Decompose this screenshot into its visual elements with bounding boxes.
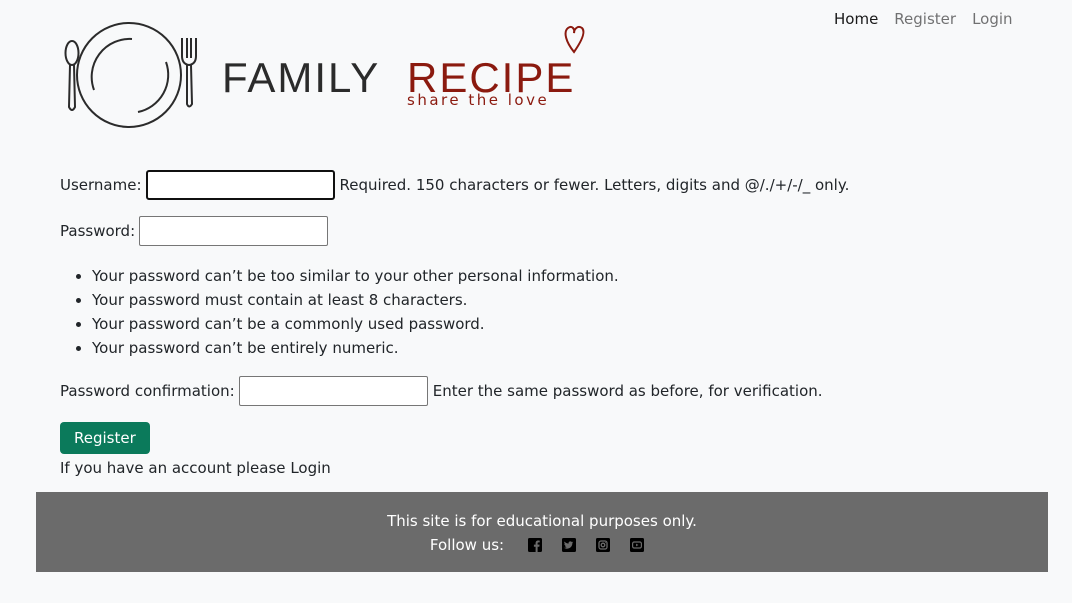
- twitter-icon[interactable]: [559, 535, 579, 555]
- brand-name-family: FAMILY: [222, 54, 380, 101]
- site-footer: This site is for educational purposes on…: [36, 492, 1048, 572]
- plate-icon: [76, 22, 182, 128]
- main-nav: Home Register Login: [826, 9, 1021, 29]
- username-help-text: Required. 150 characters or fewer. Lette…: [339, 176, 850, 194]
- password-confirmation-label: Password confirmation:: [60, 382, 235, 400]
- username-input[interactable]: [145, 170, 335, 200]
- fork-icon: [181, 38, 197, 108]
- password-rule: Your password can’t be a commonly used p…: [92, 312, 1040, 336]
- facebook-icon[interactable]: [525, 535, 545, 555]
- instagram-icon[interactable]: [593, 535, 613, 555]
- follow-label: Follow us:: [429, 536, 505, 554]
- password-confirmation-help-text: Enter the same password as before, for v…: [432, 382, 823, 400]
- username-row: Username: Required. 150 characters or fe…: [60, 170, 1040, 200]
- brand-tagline: share the love: [407, 91, 549, 109]
- account-prompt-text: If you have an account please: [60, 459, 286, 477]
- password-rule: Your password can’t be entirely numeric.: [92, 336, 1040, 360]
- register-form: Username: Required. 150 characters or fe…: [60, 170, 1040, 480]
- password-confirmation-row: Password confirmation: Enter the same pa…: [60, 376, 1040, 406]
- nav-home-link[interactable]: Home: [826, 9, 886, 29]
- nav-register-link[interactable]: Register: [886, 9, 964, 29]
- account-prompt: If you have an account please Login: [60, 456, 1040, 480]
- nav-login-link[interactable]: Login: [964, 9, 1020, 29]
- password-input[interactable]: [139, 216, 329, 246]
- password-confirmation-input[interactable]: [238, 376, 428, 406]
- heart-icon: [564, 25, 585, 54]
- password-label: Password:: [60, 222, 136, 240]
- footer-note: This site is for educational purposes on…: [387, 512, 697, 530]
- password-rules-list: Your password can’t be too similar to yo…: [60, 264, 1040, 360]
- youtube-icon[interactable]: [627, 535, 647, 555]
- password-rule: Your password must contain at least 8 ch…: [92, 288, 1040, 312]
- login-link[interactable]: Login: [290, 459, 330, 477]
- username-label: Username:: [60, 176, 142, 194]
- site-logo[interactable]: FAMILY RECIPE share the love: [58, 22, 588, 130]
- register-button[interactable]: Register: [60, 422, 150, 454]
- password-row: Password:: [60, 216, 1040, 246]
- password-rule: Your password can’t be too similar to yo…: [92, 264, 1040, 288]
- social-links: Follow us:: [36, 535, 1048, 555]
